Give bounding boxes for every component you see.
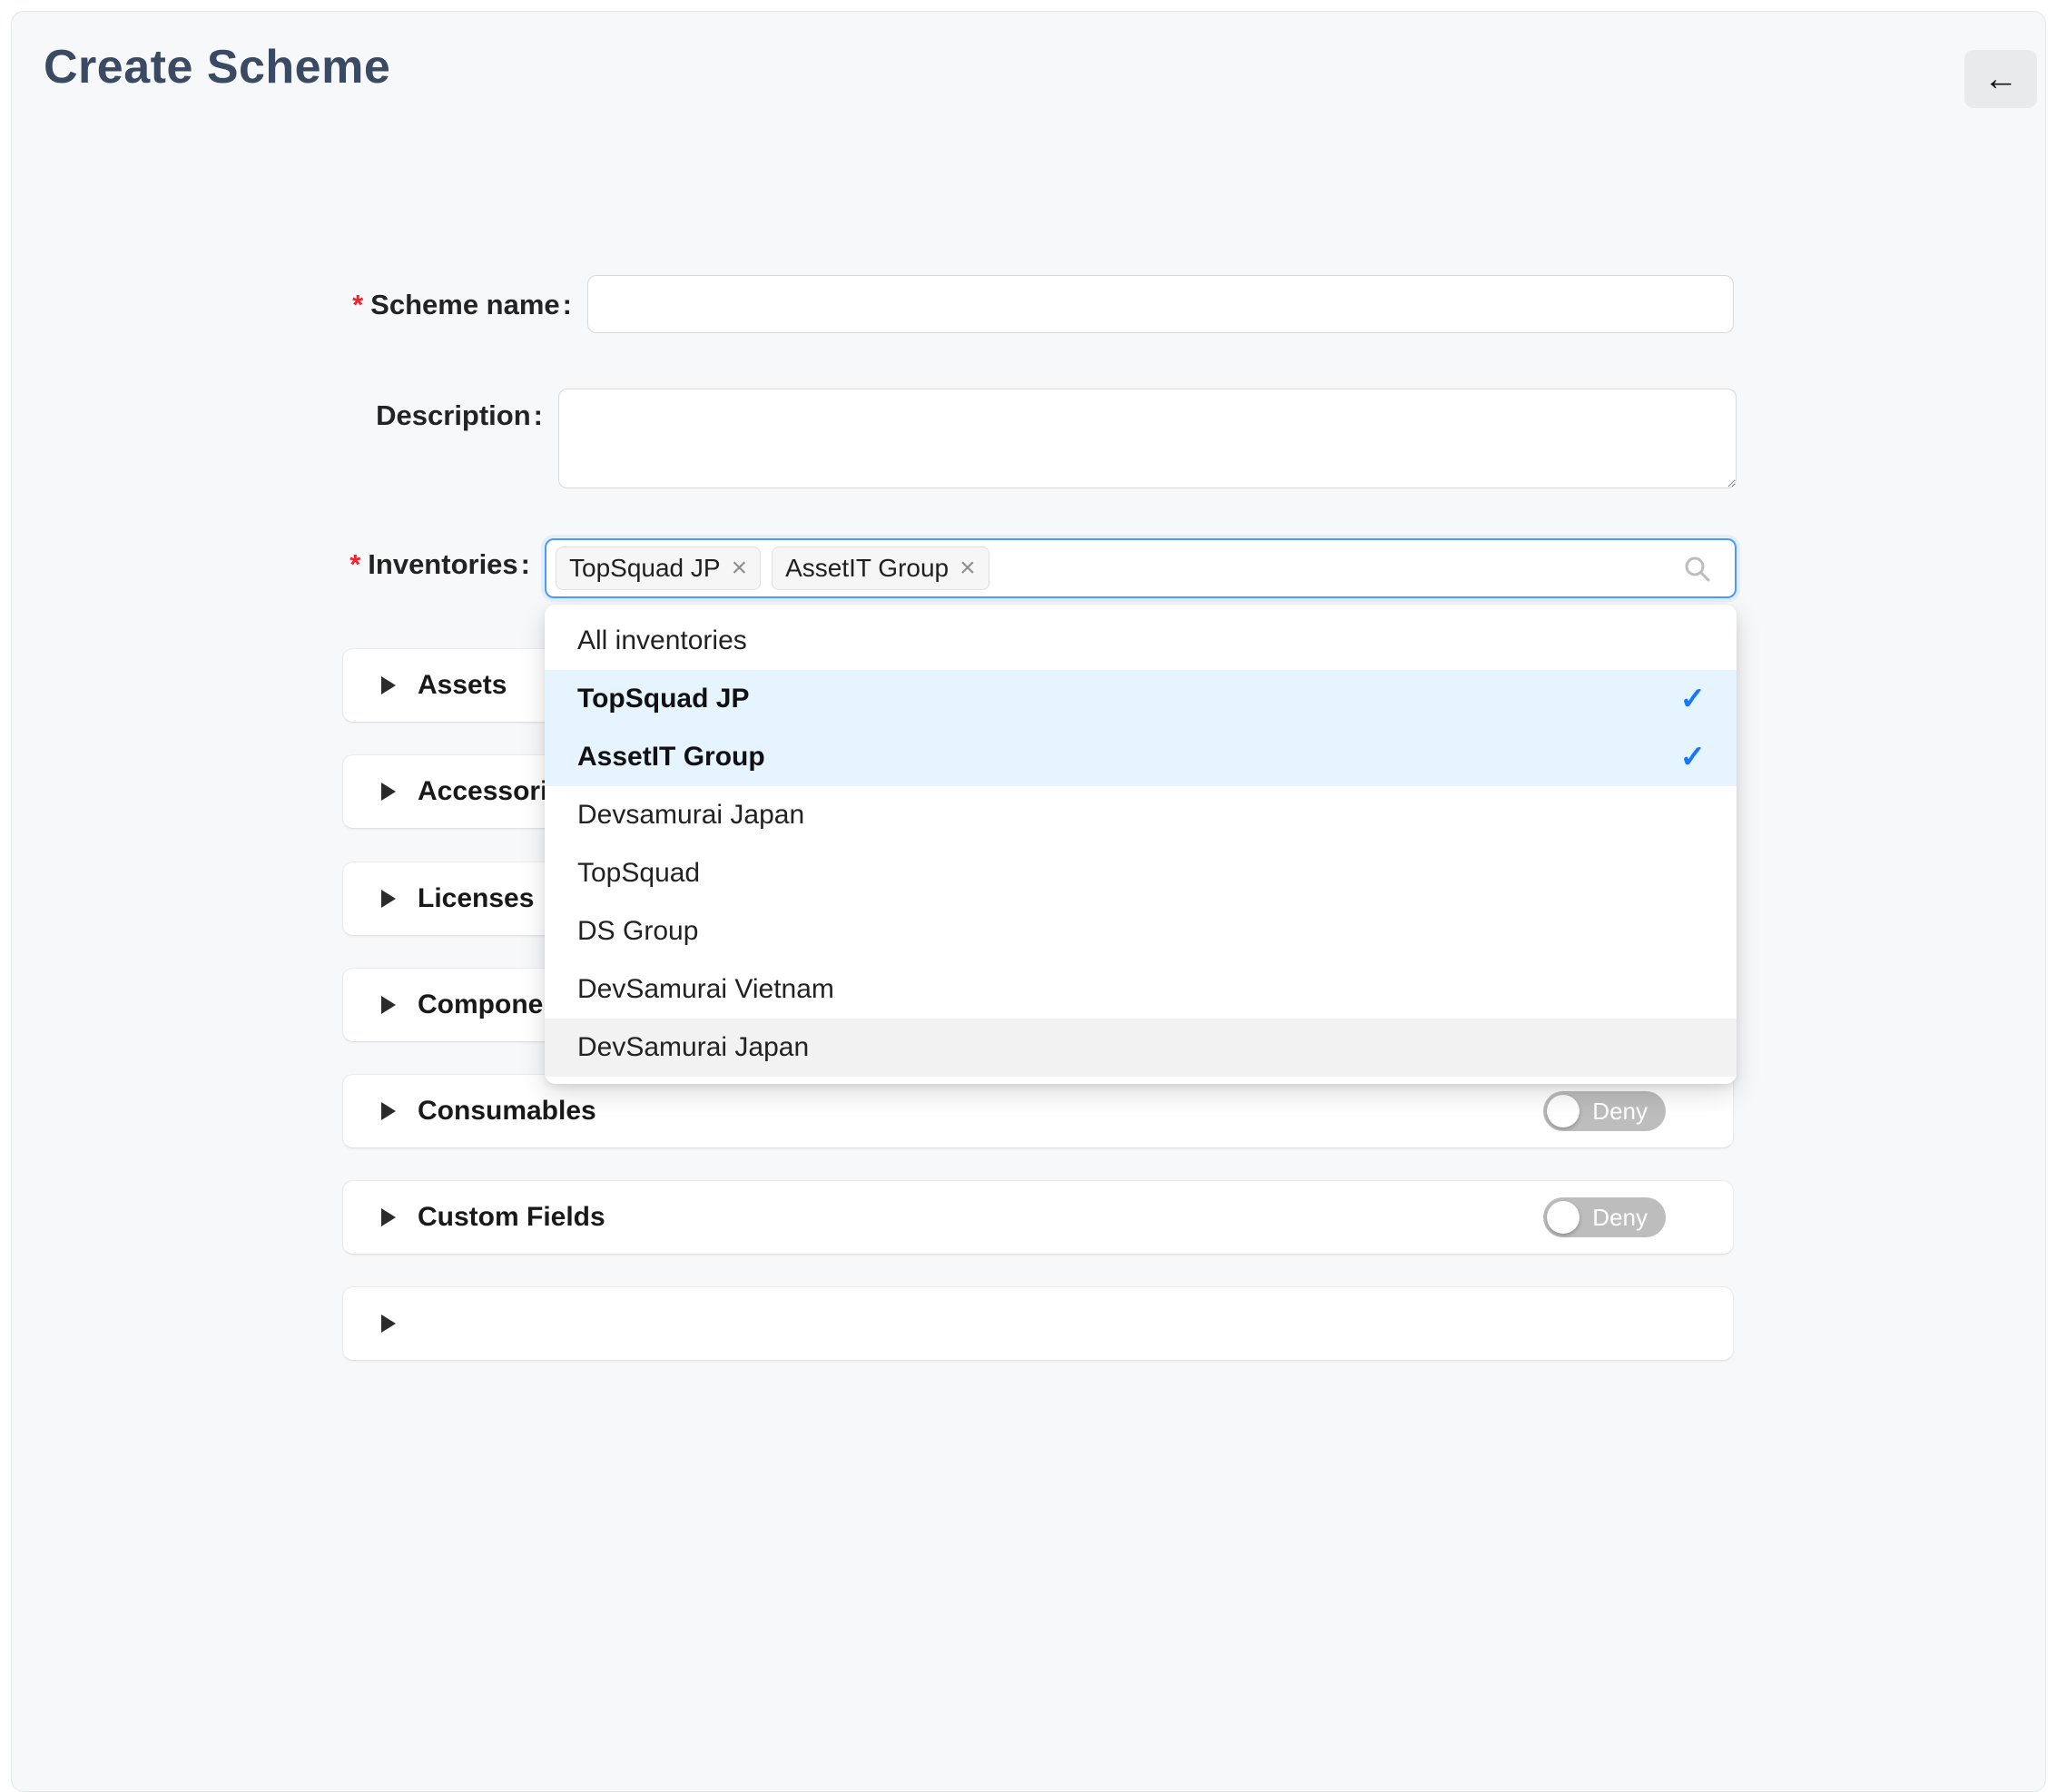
switch-knob <box>1547 1201 1580 1234</box>
tag-remove-icon[interactable]: × <box>732 555 748 582</box>
search-icon <box>1682 554 1711 583</box>
description-textarea[interactable] <box>558 389 1737 488</box>
scheme-name-input[interactable] <box>587 275 1734 333</box>
tag-remove-icon[interactable]: × <box>960 555 976 582</box>
panel-consumables[interactable]: Consumables Deny <box>342 1074 1734 1148</box>
arrow-left-icon: ← <box>1983 62 2018 96</box>
caret-right-icon <box>381 1314 396 1333</box>
scheme-name-label: *Scheme name: <box>0 289 572 321</box>
description-label: Description: <box>0 399 543 432</box>
caret-right-icon <box>381 890 396 908</box>
back-button[interactable]: ← <box>1964 50 2037 108</box>
inventories-label: *Inventories: <box>0 548 530 581</box>
selected-tag[interactable]: AssetIT Group × <box>772 546 989 590</box>
panel-custom-fields[interactable]: Custom Fields Deny <box>342 1180 1734 1255</box>
dropdown-option-devsamurai-japan-2[interactable]: DevSamurai Japan <box>545 1019 1737 1077</box>
caret-right-icon <box>381 1102 396 1120</box>
check-icon: ✓ <box>1680 739 1707 775</box>
panel-partial[interactable] <box>342 1286 1734 1361</box>
dropdown-option-topsquad[interactable]: TopSquad <box>545 844 1737 902</box>
deny-switch[interactable]: Deny <box>1543 1197 1666 1237</box>
dropdown-option-all-inventories[interactable]: All inventories <box>545 612 1737 670</box>
dropdown-option-devsamurai-japan[interactable]: Devsamurai Japan <box>545 786 1737 844</box>
deny-switch[interactable]: Deny <box>1543 1091 1666 1131</box>
inventories-multiselect[interactable]: TopSquad JP × AssetIT Group × <box>545 538 1737 598</box>
caret-right-icon <box>381 1208 396 1226</box>
dropdown-option-ds-group[interactable]: DS Group <box>545 902 1737 960</box>
inventories-dropdown: All inventories TopSquad JP ✓ AssetIT Gr… <box>545 605 1737 1084</box>
caret-right-icon <box>381 676 396 694</box>
check-icon: ✓ <box>1680 681 1707 717</box>
required-asterisk: * <box>352 289 363 320</box>
selected-tag[interactable]: TopSquad JP × <box>556 546 761 590</box>
dropdown-option-devsamurai-vietnam[interactable]: DevSamurai Vietnam <box>545 960 1737 1019</box>
page-title: Create Scheme <box>44 40 390 94</box>
required-asterisk: * <box>349 548 360 580</box>
caret-right-icon <box>381 996 396 1014</box>
dropdown-option-topsquad-jp[interactable]: TopSquad JP ✓ <box>545 670 1737 728</box>
switch-knob <box>1547 1095 1580 1127</box>
caret-right-icon <box>381 783 396 801</box>
dropdown-option-assetit-group[interactable]: AssetIT Group ✓ <box>545 728 1737 786</box>
